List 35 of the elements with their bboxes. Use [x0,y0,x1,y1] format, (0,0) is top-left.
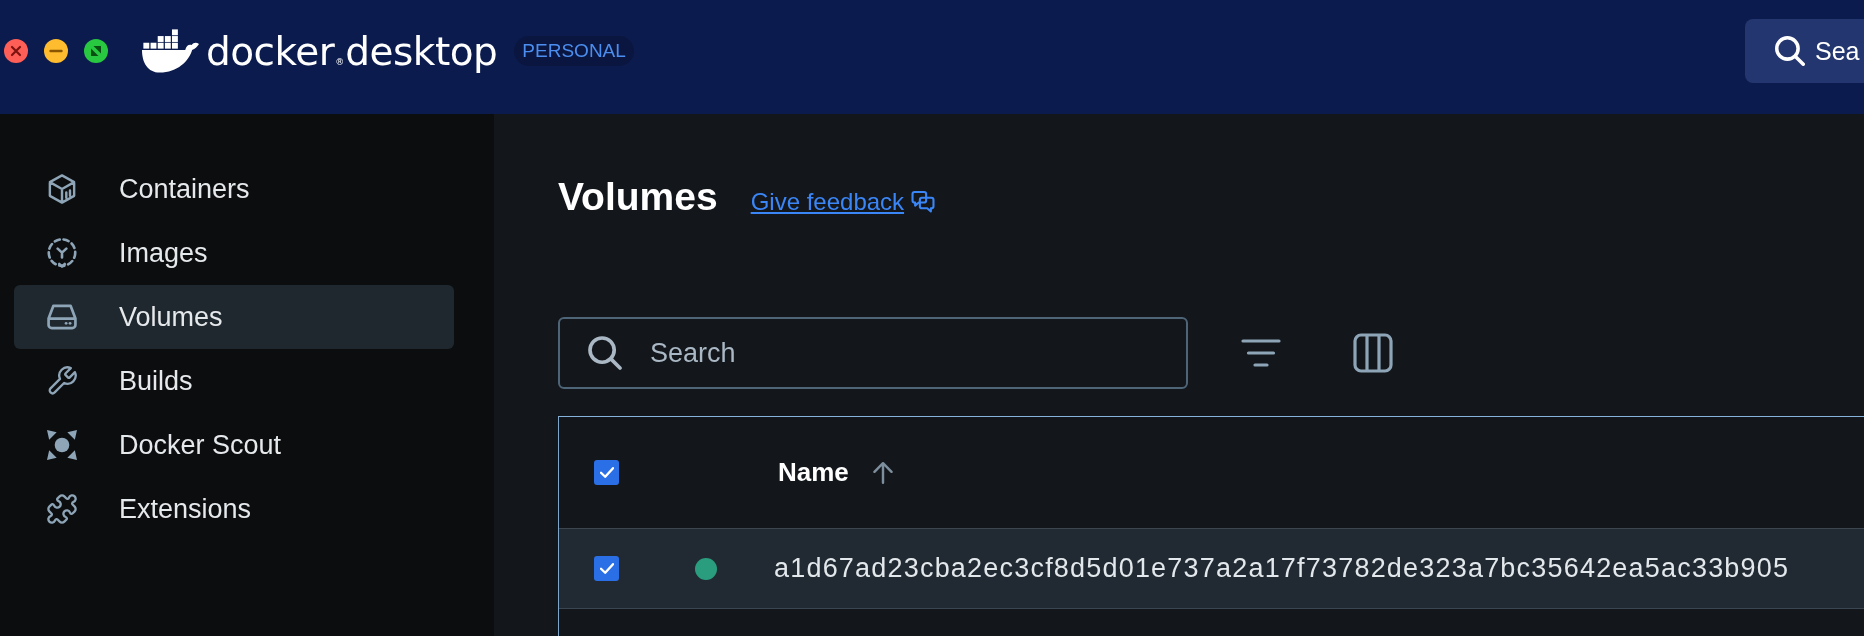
puzzle-icon [47,494,77,524]
sidebar-item[interactable]: Images [14,221,454,285]
sidebar-item[interactable]: Builds [14,349,454,413]
close-icon[interactable] [4,39,28,63]
column-header[interactable]: Name [778,457,894,488]
checkbox[interactable] [594,556,619,581]
focus-target-icon [47,430,77,460]
drive-icon [47,302,77,332]
product-name: desktop [345,31,498,71]
sidebar-item[interactable]: Containers [14,157,454,221]
trademark-sign: ® [335,57,345,67]
search-field[interactable]: Search [558,317,1188,389]
sidebar-item[interactable]: Extensions [14,477,454,541]
columns-icon [1353,333,1393,373]
checkbox[interactable] [594,460,619,485]
fullscreen-icon[interactable] [84,39,108,63]
table-row[interactable]: a1d67ad23cba2ec3cf8d5d01e737a2a17f73782de323a7bc35642ea5ac33b905 [559,528,1864,609]
brand-name: docker [206,31,335,71]
page-title: Volumes [558,174,718,220]
wrench-icon [47,366,77,396]
sidebar-item[interactable]: Volumes [14,285,454,349]
search-field[interactable]: Sea [1745,19,1864,83]
table-cell: a1d67ad23cba2ec3cf8d5d01e737a2a17f73782de323a7bc35642ea5ac33b905 [774,553,1790,583]
search-icon [588,336,622,370]
feedback-link[interactable]: Give feedback [750,188,936,216]
minimize-icon[interactable] [44,39,68,63]
whale-logo-icon [142,29,199,73]
checkmark-icon [599,563,614,574]
plan-badge: PERSONAL [514,36,634,66]
dashed-circle-icon [47,238,77,268]
checkmark-icon [599,467,614,478]
chat-bubbles-icon [911,191,936,213]
cube-icon [47,174,77,204]
sidebar-item[interactable]: Docker Scout [14,413,454,477]
search-icon [1775,36,1805,66]
